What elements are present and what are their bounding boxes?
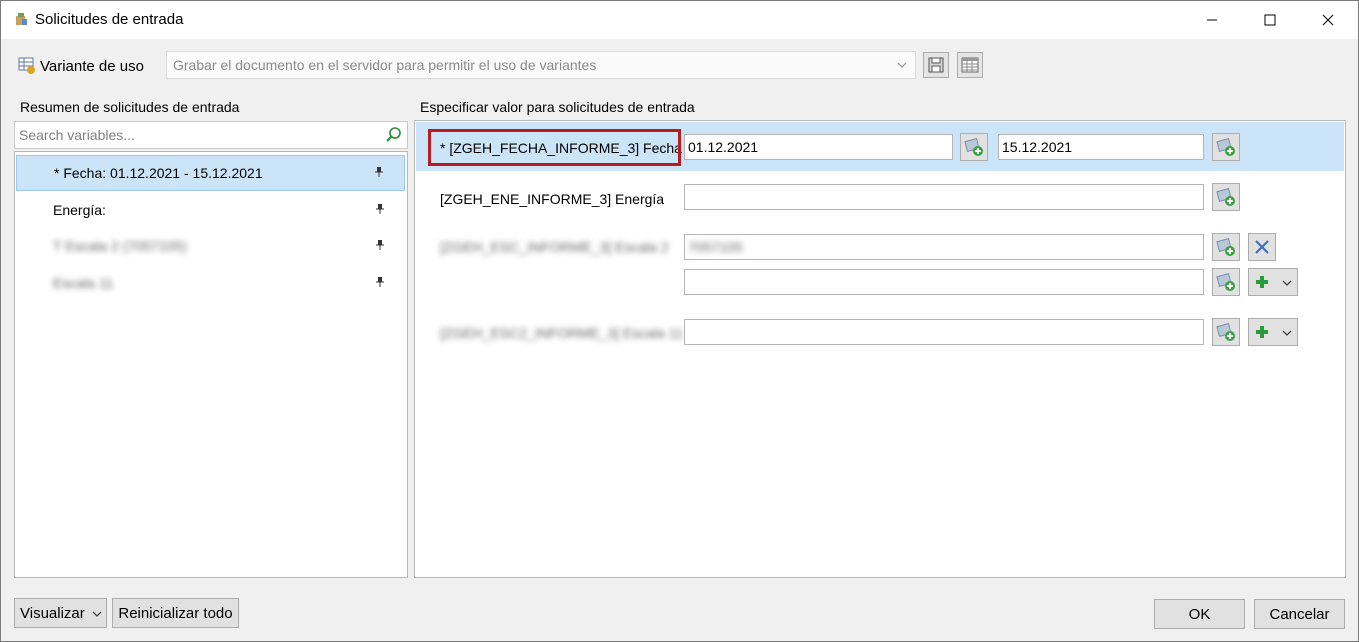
escala-input[interactable]: 7057105 xyxy=(684,234,1204,260)
visualize-button[interactable]: Visualizar xyxy=(14,598,107,628)
escala-11-add-button[interactable] xyxy=(1248,318,1298,346)
prompt-label-escala: [ZGEH_ESC_INFORME_3] Escala 2 xyxy=(440,239,669,255)
close-icon xyxy=(1322,14,1334,26)
minimize-icon xyxy=(1207,19,1217,21)
escala-value: 7057105 xyxy=(688,239,743,255)
list-item-energia[interactable]: Energía: xyxy=(16,193,405,229)
value-help-icon xyxy=(1216,273,1235,291)
right-panel-heading: Especificar valor para solicitudes de en… xyxy=(420,99,695,115)
close-icon xyxy=(1255,240,1269,254)
reset-all-button[interactable]: Reinicializar todo xyxy=(112,598,239,628)
plus-icon xyxy=(1256,326,1268,338)
highlight-box xyxy=(428,129,681,166)
value-help-icon xyxy=(1216,238,1235,256)
list-item-label: Energía: xyxy=(53,202,106,218)
variant-icon xyxy=(18,57,35,74)
escala-remove-button[interactable] xyxy=(1248,233,1276,261)
energia-value-help-button[interactable] xyxy=(1212,183,1240,211)
title-bar: Solicitudes de entrada xyxy=(1,1,1358,39)
list-item-label: T Escala 2 (7057105) xyxy=(53,238,187,254)
escala-2-value-help-button[interactable] xyxy=(1212,268,1240,296)
fecha-from-value-help-button[interactable] xyxy=(960,133,988,161)
app-icon xyxy=(16,13,27,25)
visualize-label: Visualizar xyxy=(20,604,85,622)
list-item-escala[interactable]: T Escala 2 (7057105) xyxy=(16,229,405,265)
maximize-button[interactable] xyxy=(1241,1,1299,39)
escala-input-2[interactable] xyxy=(684,269,1204,295)
save-icon xyxy=(928,57,944,73)
variant-label: Variante de uso xyxy=(40,58,144,75)
prompt-label-energia: [ZGEH_ENE_INFORME_3] Energía xyxy=(440,191,665,207)
chevron-down-icon xyxy=(897,62,907,68)
value-help-icon xyxy=(964,138,983,156)
variant-combo[interactable]: Grabar el documento en el servidor para … xyxy=(166,51,916,79)
fecha-to-value-help-button[interactable] xyxy=(1212,133,1240,161)
list-item-label: Escala 11 xyxy=(53,275,114,291)
window-title: Solicitudes de entrada xyxy=(35,11,184,28)
search-input[interactable]: Search variables... xyxy=(14,121,408,149)
dialog-window: Solicitudes de entrada Variante de uso G… xyxy=(0,0,1359,642)
pin-icon[interactable] xyxy=(375,203,385,215)
table-icon xyxy=(961,57,979,73)
escala-add-button[interactable] xyxy=(1248,268,1298,296)
list-item-escala-11[interactable]: Escala 11 xyxy=(16,266,405,302)
search-placeholder: Search variables... xyxy=(19,127,135,143)
pin-icon[interactable] xyxy=(375,239,385,251)
list-item-fecha[interactable]: * Fecha: 01.12.2021 - 15.12.2021 xyxy=(16,155,405,191)
chevron-down-icon xyxy=(1282,280,1292,286)
pin-icon[interactable] xyxy=(374,166,384,178)
plus-icon xyxy=(1256,276,1268,288)
manage-variants-button[interactable] xyxy=(957,52,983,78)
prompt-label-escala-11: [ZGEH_ESC2_INFORME_3] Escala 11 xyxy=(440,325,684,341)
search-icon xyxy=(386,127,401,142)
save-variant-button[interactable] xyxy=(923,52,949,78)
close-button[interactable] xyxy=(1299,1,1357,39)
list-item-label: * Fecha: 01.12.2021 - 15.12.2021 xyxy=(54,165,263,181)
cancel-button[interactable]: Cancelar xyxy=(1254,599,1345,629)
escala-11-value-help-button[interactable] xyxy=(1212,318,1240,346)
value-help-icon xyxy=(1216,188,1235,206)
fecha-from-input[interactable]: 01.12.2021 xyxy=(684,134,953,160)
minimize-button[interactable] xyxy=(1183,1,1241,39)
value-help-icon xyxy=(1216,323,1235,341)
maximize-icon xyxy=(1264,14,1276,26)
energia-input[interactable] xyxy=(684,184,1204,210)
variant-placeholder: Grabar el documento en el servidor para … xyxy=(173,57,597,73)
ok-button[interactable]: OK xyxy=(1154,599,1245,629)
value-help-icon xyxy=(1216,138,1235,156)
chevron-down-icon xyxy=(92,611,102,617)
escala-11-input[interactable] xyxy=(684,319,1204,345)
left-panel-heading: Resumen de solicitudes de entrada xyxy=(20,99,240,115)
escala-value-help-button[interactable] xyxy=(1212,233,1240,261)
pin-icon[interactable] xyxy=(375,276,385,288)
chevron-down-icon xyxy=(1282,330,1292,336)
fecha-to-input[interactable]: 15.12.2021 xyxy=(998,134,1204,160)
